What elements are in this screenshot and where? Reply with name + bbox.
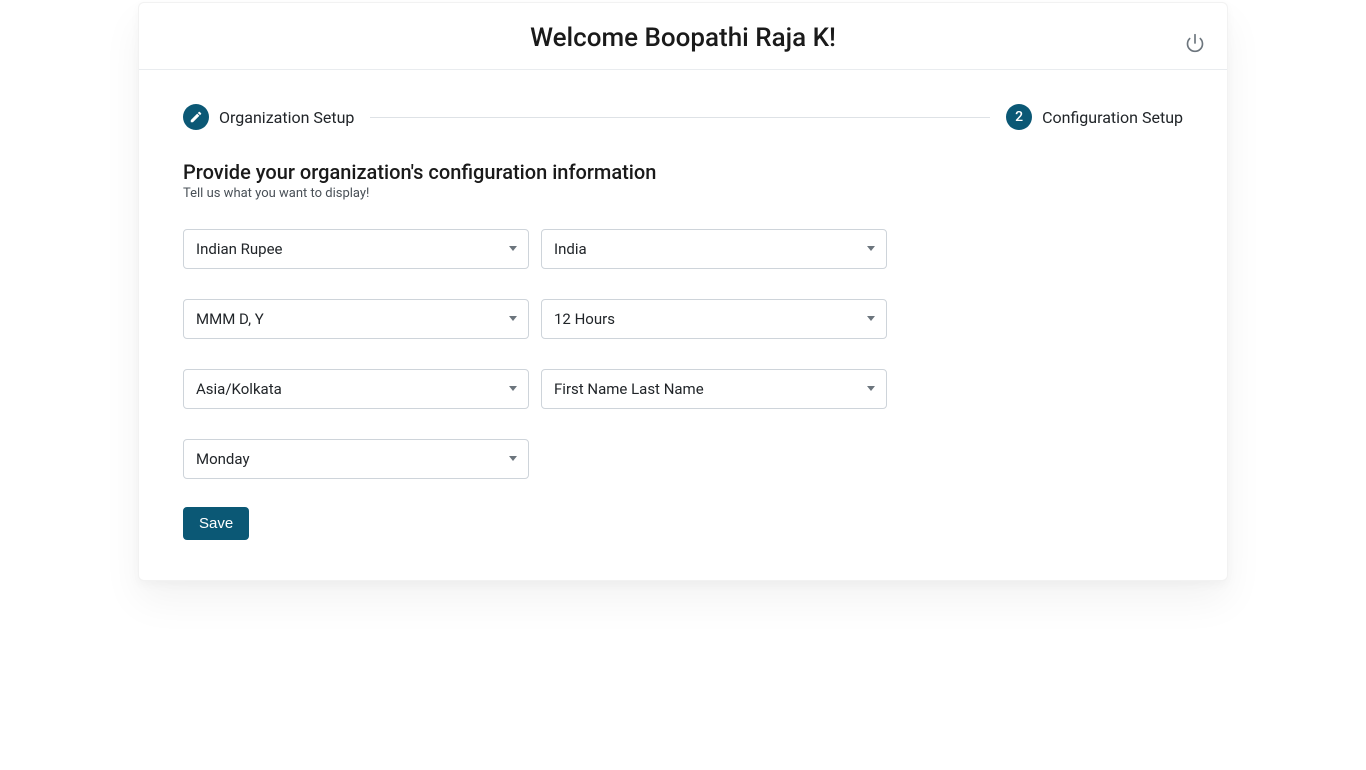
step-line [370,117,990,118]
step-1-label: Organization Setup [219,108,354,127]
pencil-icon [189,110,203,124]
step-2-number: 2 [1015,109,1023,125]
stepper: Organization Setup 2 Configuration Setup [183,104,1183,130]
week-start-value: Monday [183,439,529,479]
section-title: Provide your organization's configuratio… [183,160,1183,184]
step-1-circle [183,104,209,130]
currency-select[interactable]: Indian Rupee [183,229,529,269]
form-row-2: MMM D, Y 12 Hours [183,299,893,339]
timezone-select[interactable]: Asia/Kolkata [183,369,529,409]
section-subtitle: Tell us what you want to display! [183,186,1183,201]
form-row-4: Monday [183,439,893,479]
timezone-value: Asia/Kolkata [183,369,529,409]
name-format-select[interactable]: First Name Last Name [541,369,887,409]
power-icon [1185,33,1205,53]
card-header: Welcome Boopathi Raja K! [139,3,1227,70]
time-format-select[interactable]: 12 Hours [541,299,887,339]
save-button[interactable]: Save [183,507,249,540]
country-value: India [541,229,887,269]
currency-value: Indian Rupee [183,229,529,269]
logout-button[interactable] [1183,31,1207,55]
date-format-value: MMM D, Y [183,299,529,339]
country-select[interactable]: India [541,229,887,269]
setup-card: Welcome Boopathi Raja K! Organization Se… [138,2,1228,581]
step-organization-setup[interactable]: Organization Setup [183,104,354,130]
card-body: Organization Setup 2 Configuration Setup… [139,70,1227,580]
config-form: Indian Rupee India MMM D, Y 12 Hours [183,229,893,479]
page-title: Welcome Boopathi Raja K! [163,23,1203,53]
form-row-1: Indian Rupee India [183,229,893,269]
form-row-3: Asia/Kolkata First Name Last Name [183,369,893,409]
step-2-label: Configuration Setup [1042,108,1183,127]
week-start-select[interactable]: Monday [183,439,529,479]
name-format-value: First Name Last Name [541,369,887,409]
step-configuration-setup[interactable]: 2 Configuration Setup [1006,104,1183,130]
time-format-value: 12 Hours [541,299,887,339]
date-format-select[interactable]: MMM D, Y [183,299,529,339]
step-2-circle: 2 [1006,104,1032,130]
